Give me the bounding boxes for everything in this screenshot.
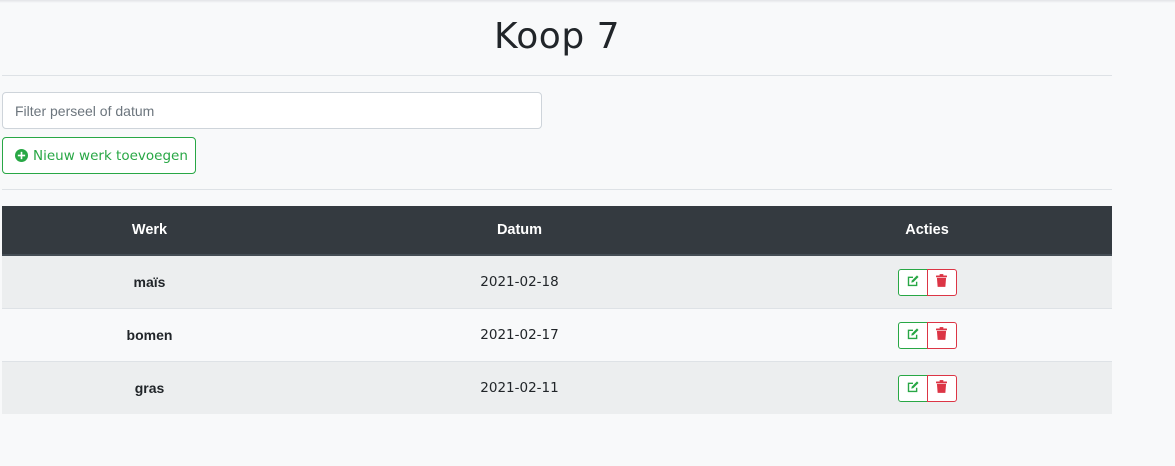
- edit-button[interactable]: [897, 374, 928, 402]
- row-actions: [897, 268, 957, 296]
- page-title: Koop 7: [493, 16, 621, 57]
- delete-button[interactable]: [926, 268, 957, 296]
- actions-cell: [742, 361, 1112, 414]
- edit-button[interactable]: [897, 321, 928, 349]
- datum-cell: 2021-02-11: [297, 361, 742, 414]
- edit-icon: [906, 274, 920, 290]
- actions-cell: [742, 254, 1112, 309]
- table-row: bomen 2021-02-17: [2, 308, 1112, 362]
- edit-button[interactable]: [897, 268, 928, 296]
- delete-button[interactable]: [926, 321, 957, 349]
- datum-cell: 2021-02-18: [297, 254, 742, 309]
- trash-icon: [936, 327, 947, 343]
- divider: [2, 75, 1112, 76]
- delete-button[interactable]: [926, 374, 957, 402]
- werk-cell: bomen: [2, 308, 297, 362]
- werk-cell: maïs: [2, 254, 297, 309]
- main-container: Koop 7 Nieuw werk toevoegen Werk Datum A…: [2, 0, 1112, 414]
- header-datum: Datum: [297, 206, 742, 256]
- filter-input[interactable]: [2, 92, 542, 129]
- table-row: maïs 2021-02-18: [2, 254, 1112, 309]
- work-table: Werk Datum Acties maïs 2021-02-18 bomen …: [2, 206, 1112, 414]
- trash-icon: [936, 380, 947, 396]
- add-work-label: Nieuw werk toevoegen: [33, 147, 188, 164]
- header-werk: Werk: [2, 206, 297, 256]
- edit-icon: [906, 380, 920, 396]
- werk-cell: gras: [2, 361, 297, 414]
- datum-cell: 2021-02-17: [297, 308, 742, 362]
- actions-cell: [742, 308, 1112, 362]
- row-actions: [897, 321, 957, 349]
- divider: [2, 189, 1112, 190]
- row-actions: [897, 374, 957, 402]
- edit-icon: [906, 327, 920, 343]
- table-header-row: Werk Datum Acties: [2, 206, 1112, 256]
- header-acties: Acties: [742, 206, 1112, 256]
- trash-icon: [936, 274, 947, 290]
- plus-circle-icon: [15, 149, 28, 162]
- table-row: gras 2021-02-11: [2, 361, 1112, 414]
- add-work-button[interactable]: Nieuw werk toevoegen: [2, 137, 196, 174]
